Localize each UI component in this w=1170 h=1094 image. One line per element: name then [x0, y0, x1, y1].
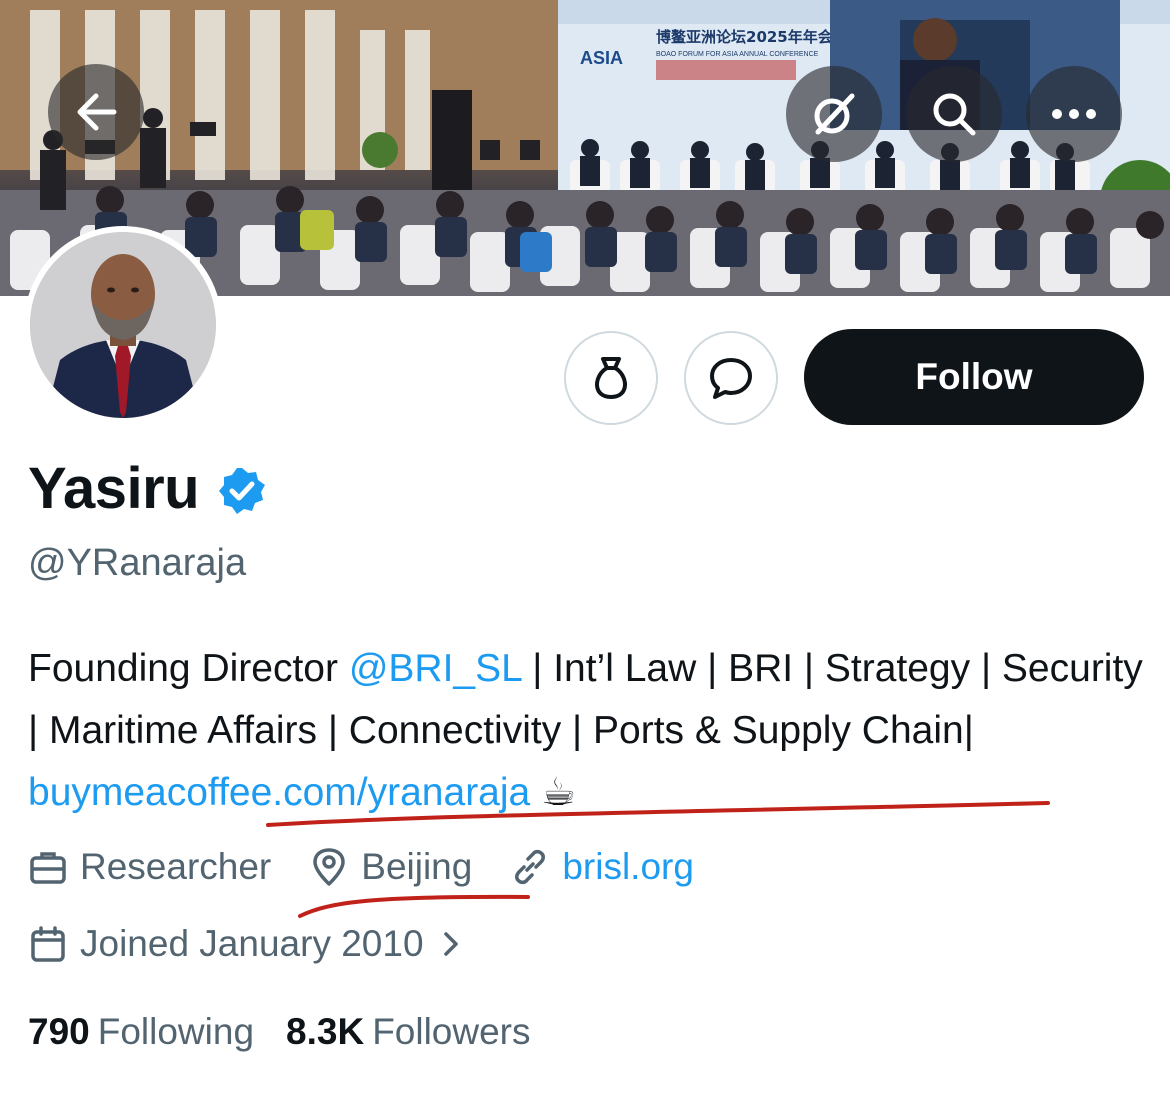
message-bubble-icon: [710, 358, 752, 399]
bio-mention-link[interactable]: @BRI_SL: [349, 647, 522, 690]
location-pin-icon: [313, 848, 346, 886]
banner-event-title-en: BOAO FORUM FOR ASIA ANNUAL CONFERENCE: [656, 51, 819, 58]
follow-stats: 790 Following 8.3K Followers: [28, 1011, 563, 1053]
profile-meta-row: Researcher Beijing brisl.org: [28, 846, 732, 888]
joined-label: Joined January 2010: [80, 923, 424, 964]
bio-url-link[interactable]: buymeacoffee.com/yranaraja: [28, 771, 530, 814]
more-button[interactable]: [1026, 66, 1122, 162]
following-label: Following: [97, 1011, 255, 1052]
location-item: Beijing: [309, 846, 472, 888]
location-label: Beijing: [361, 846, 473, 887]
more-horizontal-icon: [1052, 109, 1096, 119]
followers-stat[interactable]: 8.3K Followers: [286, 1011, 530, 1053]
profile-avatar[interactable]: [24, 226, 222, 424]
money-bag-icon: [595, 357, 627, 399]
back-button[interactable]: [48, 64, 144, 160]
bio-text-prefix: Founding Director: [28, 647, 349, 690]
following-count: 790: [28, 1011, 90, 1052]
display-name: Yasiru: [28, 456, 200, 521]
followers-count: 8.3K: [286, 1011, 365, 1052]
search-icon: [933, 93, 976, 136]
profile-bio: Founding Director @BRI_SL | Int’l Law | …: [28, 638, 1148, 824]
profession-item: Researcher: [28, 846, 271, 888]
message-button[interactable]: [684, 331, 778, 425]
arrow-left-icon: [77, 93, 117, 131]
search-button[interactable]: [906, 66, 1002, 162]
chevron-right-icon: [443, 932, 458, 956]
avatar-photo: [30, 232, 216, 418]
followers-label: Followers: [372, 1011, 531, 1052]
website-item[interactable]: brisl.org: [510, 846, 694, 888]
tip-button[interactable]: [564, 331, 658, 425]
joined-row[interactable]: Joined January 2010: [28, 923, 472, 965]
verified-badge-icon[interactable]: [217, 466, 267, 516]
banner-event-title-cn: 博鳌亚洲论坛2025年年会: [656, 28, 833, 46]
profession-label: Researcher: [80, 846, 272, 887]
calendar-icon: [31, 926, 65, 962]
banner-logo-text: ASIA: [580, 48, 623, 68]
follow-button[interactable]: Follow: [804, 329, 1144, 425]
annotation-underline-location: [298, 894, 530, 918]
coffee-emoji: ☕: [541, 771, 577, 814]
link-icon: [515, 849, 546, 885]
website-link[interactable]: brisl.org: [562, 846, 694, 888]
grok-icon: [814, 93, 855, 135]
briefcase-icon: [30, 852, 66, 884]
following-stat[interactable]: 790 Following: [28, 1011, 254, 1053]
user-handle: @YRanaraja: [28, 542, 247, 584]
grok-button[interactable]: [786, 66, 882, 162]
profile-name-row: Yasiru: [28, 455, 267, 522]
